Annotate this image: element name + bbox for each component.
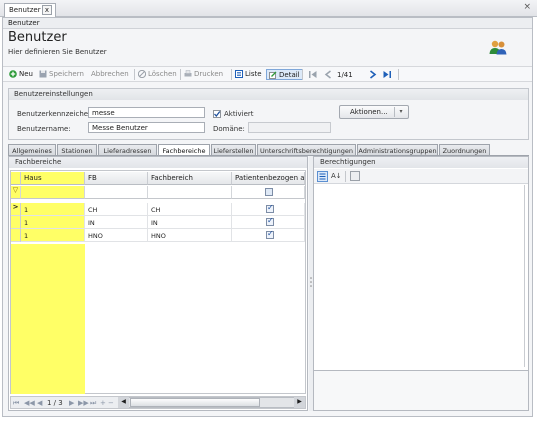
row-indicator xyxy=(11,229,21,242)
nav-next-icon[interactable]: ▶ xyxy=(69,399,74,407)
check-icon xyxy=(214,111,221,118)
users-icon xyxy=(489,40,507,55)
toolbar-separator xyxy=(398,69,399,80)
next-record-icon[interactable] xyxy=(369,70,377,79)
current-row-indicator: > xyxy=(11,203,21,216)
cancel-button[interactable]: Abbrechen xyxy=(91,70,129,78)
breadcrumb: Benutzer xyxy=(3,18,532,29)
delete-icon xyxy=(138,70,146,78)
filter-cell-fb[interactable] xyxy=(85,186,148,199)
fachbereiche-panel-header: Fachbereiche xyxy=(9,157,307,168)
nav-page-indicator: 1 / 3 xyxy=(47,399,63,407)
column-header-patientenbezogen[interactable]: Patientenbezogen a... xyxy=(232,172,305,185)
column-header-fb[interactable]: FB xyxy=(85,172,148,185)
table-cell-fachbereich[interactable]: HNO xyxy=(148,229,232,242)
column-header-haus[interactable]: Haus xyxy=(21,172,85,185)
nav-last-icon[interactable]: ⏭ xyxy=(90,399,96,408)
window-close-icon[interactable]: × xyxy=(523,2,531,12)
table-cell-haus[interactable]: 1 xyxy=(21,203,85,216)
scroll-right-icon[interactable]: ▶ xyxy=(294,397,305,408)
table-cell-fb[interactable]: IN xyxy=(85,216,148,229)
row-indicator-column xyxy=(11,244,21,394)
abbrev-input[interactable]: messe xyxy=(88,107,205,118)
list-view-button[interactable]: Liste xyxy=(235,70,262,78)
active-checkbox[interactable] xyxy=(213,110,221,118)
abbrev-label: Benutzerkennzeichen: xyxy=(17,110,95,118)
list-icon xyxy=(235,70,243,78)
toolbar-separator xyxy=(134,69,135,80)
last-record-icon[interactable] xyxy=(382,70,392,79)
chevron-down-icon: ▾ xyxy=(394,107,407,117)
berechtigungen-panel-header: Berechtigungen xyxy=(314,157,528,168)
page-subtitle: Hier definieren Sie Benutzer xyxy=(8,48,107,56)
table-cell-fachbereich[interactable]: IN xyxy=(148,216,232,229)
nav-next-page-icon[interactable]: ▶▶ xyxy=(78,399,89,407)
edit-icon xyxy=(269,71,277,79)
filter-cell-patientenbezogen[interactable] xyxy=(232,186,305,199)
toolbar-separator xyxy=(345,171,346,182)
scroll-left-icon[interactable]: ◀ xyxy=(118,397,129,408)
patient-checkbox[interactable] xyxy=(266,229,274,239)
user-settings-header: Benutzereinstellungen xyxy=(9,89,528,100)
toolbar-separator xyxy=(302,69,303,80)
table-cell-fb[interactable]: CH xyxy=(85,203,148,216)
scrollbar-thumb[interactable] xyxy=(130,398,260,407)
add-icon xyxy=(9,70,17,78)
record-position: 1/41 xyxy=(337,71,353,79)
patient-checkbox[interactable] xyxy=(266,203,274,213)
sort-alphabetical-icon[interactable]: A↓ xyxy=(331,172,342,180)
username-input[interactable]: Messe Benutzer xyxy=(88,122,205,133)
berechtigungen-toolbar: A↓ xyxy=(314,169,528,184)
document-tab-benutzer[interactable]: Benutzer x xyxy=(4,3,56,17)
previous-record-icon[interactable] xyxy=(324,70,332,79)
nav-remove-icon[interactable]: − xyxy=(108,399,114,407)
page-title: Benutzer xyxy=(8,30,67,45)
table-cell-fachbereich[interactable]: CH xyxy=(148,203,232,216)
toolbar-separator xyxy=(231,69,232,80)
domain-label: Domäne: xyxy=(213,125,245,133)
filter-cell-haus[interactable] xyxy=(21,186,85,199)
actions-dropdown-button[interactable]: Aktionen... ▾ xyxy=(339,105,409,119)
nav-first-icon[interactable]: ⏮ xyxy=(13,399,19,408)
grid-header-indicator xyxy=(11,172,21,185)
username-label: Benutzername: xyxy=(17,125,71,133)
close-icon[interactable]: x xyxy=(42,5,52,15)
property-pages-icon[interactable] xyxy=(350,171,360,181)
table-cell-patientenbezogen[interactable] xyxy=(232,229,305,242)
detail-view-button[interactable]: Detail xyxy=(266,69,303,80)
active-label: Aktiviert xyxy=(224,110,254,118)
save-icon xyxy=(39,70,47,78)
delete-button[interactable]: Löschen xyxy=(138,70,177,78)
print-icon xyxy=(184,70,192,77)
filter-icon[interactable]: ▽ xyxy=(11,186,21,199)
document-tab-label: Benutzer xyxy=(9,6,41,14)
row-indicator xyxy=(11,216,21,229)
table-cell-haus[interactable]: 1 xyxy=(21,216,85,229)
save-button[interactable]: Speichern xyxy=(39,70,84,78)
domain-input[interactable] xyxy=(248,122,331,133)
haus-column-highlight xyxy=(21,244,85,394)
toolbar-separator xyxy=(180,69,181,80)
table-cell-haus[interactable]: 1 xyxy=(21,229,85,242)
nav-prev-icon[interactable]: ◀ xyxy=(37,399,42,407)
patient-checkbox[interactable] xyxy=(266,216,274,226)
table-cell-patientenbezogen[interactable] xyxy=(232,216,305,229)
document-tabbar xyxy=(0,0,537,17)
table-cell-fb[interactable]: HNO xyxy=(85,229,148,242)
column-header-fachbereich[interactable]: Fachbereich xyxy=(148,172,232,185)
nav-add-icon[interactable]: + xyxy=(100,399,106,407)
categorized-icon[interactable] xyxy=(317,171,328,182)
table-cell-patientenbezogen[interactable] xyxy=(232,203,305,216)
berechtigungen-list[interactable] xyxy=(314,185,525,367)
nav-prev-page-icon[interactable]: ◀◀ xyxy=(24,399,35,407)
berechtigungen-description xyxy=(314,370,528,410)
print-button[interactable]: Drucken xyxy=(184,70,223,78)
new-button[interactable]: Neu xyxy=(9,70,33,78)
filter-cell-fachbereich[interactable] xyxy=(148,186,232,199)
toolbar: Neu Speichern Abbrechen Löschen Drucken … xyxy=(3,66,532,82)
filter-checkbox[interactable] xyxy=(265,188,273,196)
first-record-icon[interactable] xyxy=(308,70,318,79)
